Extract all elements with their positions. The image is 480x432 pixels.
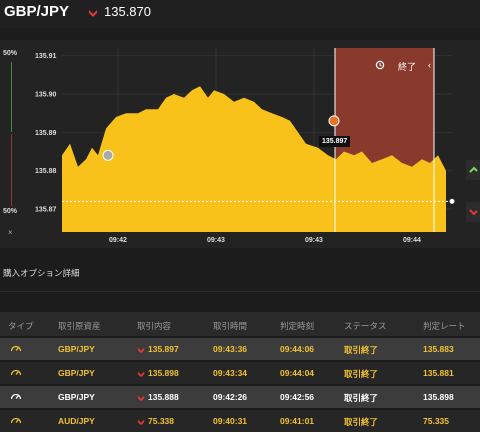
y-tick-label: 135.88 — [35, 168, 57, 175]
cell-text: 135.888 — [148, 392, 179, 402]
x-tick-label: 09:43 — [207, 237, 225, 244]
timer-icon — [10, 417, 22, 424]
cell-trade-time: 09:40:31 — [213, 416, 247, 426]
header-bar: GBP/JPY 135.870 — [0, 0, 480, 28]
cell-text: 09:42:26 — [213, 392, 248, 402]
cell-text: 取引終了 — [344, 345, 379, 355]
column-header-type: タイプ — [8, 321, 34, 331]
y-tick-label: 135.87 — [35, 207, 57, 214]
cell-asset: GBP/JPY — [58, 368, 95, 378]
cell-text: 取引終了 — [344, 369, 379, 379]
cell-text: GBP/JPY — [58, 392, 95, 402]
call-button[interactable] — [466, 160, 480, 180]
table-row[interactable]: GBP/JPY 135.898 09:43:34 09:44:04 取引終了 135.88… — [0, 362, 480, 384]
cell-text: 09:41:01 — [280, 416, 315, 426]
column-header-content: 取引内容 — [137, 321, 172, 331]
cell-text: AUD/JPY — [58, 416, 95, 426]
cell-asset: GBP/JPY — [58, 392, 95, 402]
cell-content: 75.338 — [137, 416, 174, 426]
cell-asset: AUD/JPY — [58, 416, 95, 426]
down-arrow-icon — [137, 395, 145, 401]
cell-trade-time: 09:43:34 — [213, 368, 247, 378]
y-tick-label: 135.89 — [35, 130, 57, 137]
timer-icon — [10, 393, 22, 400]
cell-asset: GBP/JPY — [58, 344, 95, 354]
timer-icon — [10, 345, 22, 352]
cell-text: 75.338 — [148, 416, 174, 426]
column-header-status: ステータス — [344, 321, 387, 331]
table-row[interactable]: GBP/JPY 135.897 09:43:36 09:44:06 取引終了 135.88… — [0, 338, 480, 360]
cell-rate: 75.335 — [423, 416, 449, 426]
x-axis: 09:42 09:43 09:43 09:44 — [109, 237, 421, 244]
cell-text: 09:43:34 — [213, 368, 248, 378]
trade-marker — [102, 149, 114, 161]
cell-text: 09:44:04 — [280, 368, 315, 378]
down-arrow-icon — [137, 371, 145, 377]
cell-text: 135.898 — [423, 392, 454, 402]
timer-icon — [10, 369, 22, 376]
cell-status: 取引終了 — [344, 344, 378, 356]
cell-content: 135.888 — [137, 392, 179, 402]
up-arrow-icon — [469, 166, 478, 173]
cell-text: 135.898 — [148, 368, 179, 378]
y-axis: 135.91 135.90 135.89 135.88 135.87 — [35, 53, 57, 213]
cell-judge-time: 09:44:04 — [280, 368, 314, 378]
cell-text: GBP/JPY — [58, 368, 95, 378]
cell-status: 取引終了 — [344, 416, 378, 428]
cell-rate: 135.883 — [423, 344, 454, 354]
current-price: 135.870 — [88, 4, 151, 19]
down-arrow-icon — [89, 9, 97, 17]
put-button[interactable] — [466, 202, 480, 222]
current-price-dot — [449, 198, 455, 204]
cell-content: 135.897 — [137, 344, 179, 354]
column-header-rate: 判定レート — [423, 321, 466, 331]
cell-text: 09:40:31 — [213, 416, 248, 426]
cell-content: 135.898 — [137, 368, 179, 378]
down-arrow-icon — [469, 209, 478, 216]
cell-judge-time: 09:41:01 — [280, 416, 314, 426]
expiry-label: 終了 — [398, 62, 417, 72]
cell-text: 09:42:56 — [280, 392, 315, 402]
chevron-left-icon[interactable]: ‹ — [428, 60, 431, 70]
column-header-trade-time: 取引時間 — [213, 321, 248, 331]
entry-price-tag: 135.897 — [319, 136, 351, 147]
table-row[interactable]: AUD/JPY 75.338 09:40:31 09:41:01 取引終了 75.335 — [0, 410, 480, 432]
cell-rate: 135.881 — [423, 368, 454, 378]
section-divider — [0, 291, 480, 292]
cell-text: 09:44:06 — [280, 344, 315, 354]
cell-text: 135.881 — [423, 368, 454, 378]
cell-text: 09:43:36 — [213, 344, 248, 354]
cell-status: 取引終了 — [344, 368, 378, 380]
down-arrow-icon — [137, 419, 145, 425]
column-header-asset: 取引原資産 — [58, 321, 101, 331]
cell-status: 取引終了 — [344, 392, 378, 404]
cell-text: GBP/JPY — [58, 344, 95, 354]
cell-trade-time: 09:43:36 — [213, 344, 247, 354]
table-row[interactable]: GBP/JPY 135.888 09:42:26 09:42:56 取引終了 135.89… — [0, 386, 480, 408]
cell-text: 取引終了 — [344, 393, 379, 403]
y-tick-label: 135.90 — [35, 92, 57, 99]
x-tick-label: 09:42 — [109, 237, 127, 244]
y-tick-label: 135.91 — [35, 53, 57, 60]
cell-text: 75.335 — [423, 416, 449, 426]
timer-icon — [375, 60, 385, 70]
down-arrow-icon — [137, 347, 145, 353]
cell-judge-time: 09:42:56 — [280, 392, 314, 402]
currency-pair-title[interactable]: GBP/JPY — [4, 3, 69, 20]
cell-text: 135.897 — [148, 344, 179, 354]
cell-trade-time: 09:42:26 — [213, 392, 247, 402]
x-tick-label: 09:43 — [305, 237, 323, 244]
cell-rate: 135.898 — [423, 392, 454, 402]
x-tick-label: 09:44 — [403, 237, 421, 244]
column-header-judge-time: 判定時刻 — [280, 321, 315, 331]
cell-text: 135.883 — [423, 344, 454, 354]
cell-judge-time: 09:44:06 — [280, 344, 314, 354]
details-table-header: タイプ 取引原資産 取引内容 取引時間 判定時刻 ステータス 判定レート — [0, 312, 480, 336]
trade-marker — [328, 115, 340, 127]
details-section-title: 購入オプション詳細 — [3, 268, 80, 278]
current-price-value: 135.870 — [104, 4, 151, 19]
